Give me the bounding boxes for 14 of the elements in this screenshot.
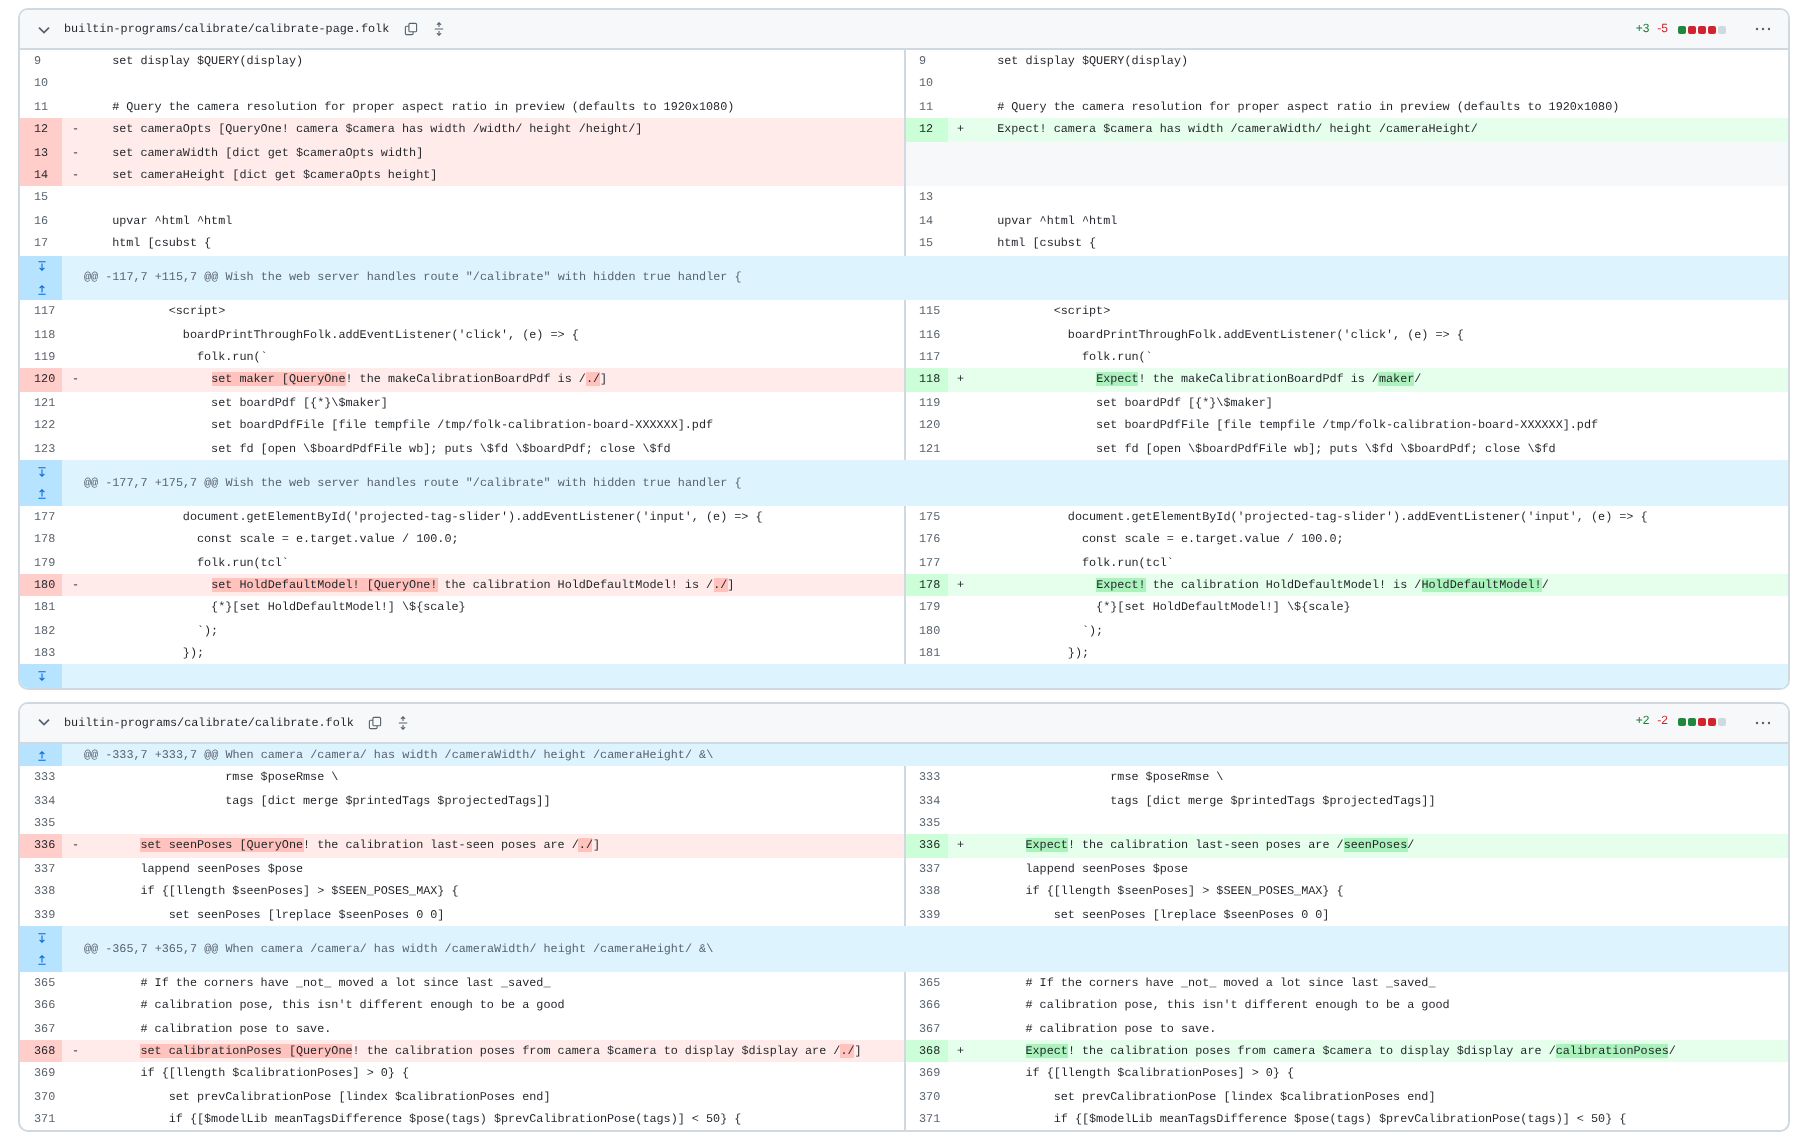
chevron-down-icon[interactable] [36,714,52,731]
expand-down-icon[interactable] [35,465,47,478]
copy-icon[interactable] [367,715,382,730]
expand-down-icon[interactable] [35,931,47,944]
expand-down-icon[interactable] [35,260,47,273]
expand-up-icon[interactable] [35,283,47,296]
copy-icon[interactable] [403,22,418,36]
expand-up-icon[interactable] [35,488,47,501]
expand-down-icon[interactable] [35,670,47,683]
chevron-down-icon[interactable] [36,21,52,37]
unfold-icon[interactable] [395,715,410,730]
unfold-icon[interactable] [431,22,446,36]
expand-up-icon[interactable] [35,954,47,967]
expand-up-icon[interactable] [35,749,47,762]
